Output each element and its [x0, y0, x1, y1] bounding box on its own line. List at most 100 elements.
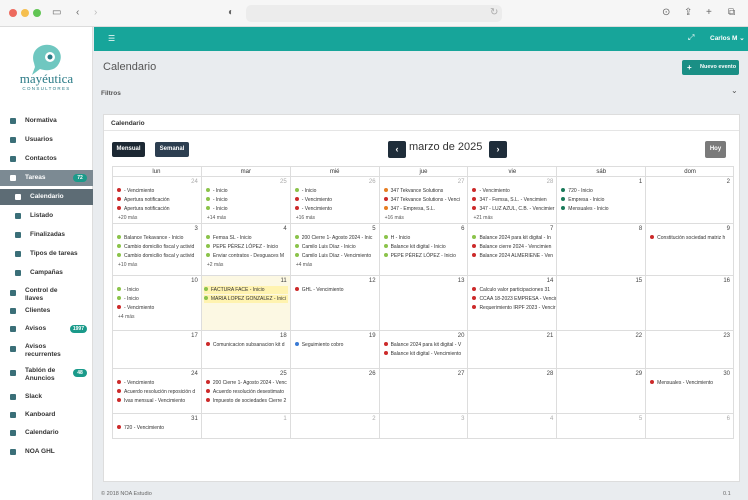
sidebar-item-kanboard[interactable]: Kanboard: [0, 407, 93, 423]
share-icon[interactable]: ⇪: [684, 6, 692, 20]
calendar-event[interactable]: FACTURA FACE - Inicio: [203, 286, 288, 294]
day-cell[interactable]: 31 720 - Vencimiento: [112, 414, 201, 439]
calendar-event[interactable]: 720 - Vencimiento: [117, 424, 164, 432]
day-cell[interactable]: 28 - Vencimiento 347 - Femsa, S.L. - Venci…: [467, 177, 557, 224]
prev-month-button[interactable]: ‹: [388, 141, 406, 158]
calendar-event[interactable]: Seguimiento cobro: [294, 341, 343, 349]
day-cell[interactable]: 6 H - Inicio Balance kit digital - Inicio P…: [378, 224, 468, 276]
more-events-link[interactable]: +4 más: [118, 314, 135, 320]
calendar-event[interactable]: CCAA 18-2023 EMPRESA - Vencim: [472, 295, 556, 303]
calendar-event[interactable]: 347 - Femsa, S.L. - Vencimien: [472, 196, 547, 204]
day-cell[interactable]: 4 Femsa SL - Inicio PEPE PÉREZ LÓPEZ - Ini…: [200, 224, 290, 276]
day-cell[interactable]: 5: [556, 414, 646, 439]
more-events-link[interactable]: +16 más: [296, 215, 315, 221]
sidebar-item-avisos[interactable]: Avisos 1997: [0, 321, 93, 337]
day-cell[interactable]: 10 - Inicio - Inicio - Vencimiento +4 más: [112, 276, 201, 331]
more-events-link[interactable]: +20 más: [118, 215, 137, 221]
calendar-event[interactable]: Comunicacion subsanacion kit d: [205, 341, 285, 349]
day-cell[interactable]: 29: [556, 369, 646, 414]
day-cell[interactable]: 28: [467, 369, 557, 414]
sidebar-item-control-de-llaves[interactable]: Control de llaves: [0, 285, 93, 305]
monthly-view-button[interactable]: Mensual: [112, 142, 145, 157]
calendar-event[interactable]: - Vencimiento: [117, 379, 154, 387]
calendar-event[interactable]: - Vencimiento: [117, 187, 154, 195]
more-events-link[interactable]: +2 más: [207, 262, 224, 268]
sidebar-item-noa-ghl[interactable]: NOA GHL: [0, 444, 93, 460]
day-cell[interactable]: 14 Calculo valor participaciones 31 CCAA 1…: [467, 276, 557, 331]
calendar-event[interactable]: Balance 2024 para kit digital - In: [472, 234, 551, 242]
calendar-event[interactable]: GHL - Vencimiento: [294, 286, 344, 294]
calendar-event[interactable]: Impuesto de sociedades Cierre 2: [205, 397, 286, 405]
day-cell[interactable]: 17: [112, 331, 201, 369]
day-cell[interactable]: 30 Mensuales - Vencimiento: [645, 369, 735, 414]
calendar-event[interactable]: - Inicio: [117, 295, 139, 303]
calendar-event[interactable]: 347 - LUZ AZUL, C.B. - Vencimier: [472, 205, 554, 213]
calendar-event[interactable]: Calculo valor participaciones 31: [472, 286, 550, 294]
sidebar-item-calendario[interactable]: Calendario: [0, 189, 93, 205]
calendar-event[interactable]: Acuerdo resolución desestimato: [205, 388, 284, 396]
close-window-button[interactable]: [9, 9, 17, 17]
day-cell[interactable]: 6: [645, 414, 735, 439]
new-tab-icon[interactable]: +: [706, 6, 712, 20]
hamburger-menu-icon[interactable]: ☰: [108, 34, 115, 43]
calendar-event[interactable]: Apertura notificación: [117, 205, 170, 213]
fullscreen-icon[interactable]: ⤢: [688, 33, 694, 43]
day-cell[interactable]: 2: [645, 177, 735, 224]
back-icon[interactable]: ‹: [76, 6, 79, 20]
day-cell[interactable]: 3: [378, 414, 468, 439]
maximize-window-button[interactable]: [33, 9, 41, 17]
day-cell[interactable]: 15: [556, 276, 646, 331]
sidebar-item-calendario[interactable]: Calendario: [0, 425, 93, 441]
day-cell[interactable]: 20 Balance 2024 para kit digital - V Balan…: [378, 331, 468, 369]
day-cell[interactable]: 4: [467, 414, 557, 439]
calendar-event[interactable]: H - Inicio: [383, 234, 410, 242]
calendar-event[interactable]: 347 - Empresa, S.L.: [383, 205, 435, 213]
sidebar-item-tablón-de-anuncios[interactable]: Tablón de Anuncios 48: [0, 365, 93, 385]
sidebar-item-finalizadas[interactable]: Finalizadas: [0, 227, 93, 243]
sidebar-item-contactos[interactable]: Contactos: [0, 151, 93, 167]
calendar-event[interactable]: PEPE PÉREZ LÓPEZ - Inicio: [205, 243, 278, 251]
calendar-event[interactable]: Acuerdo resolución reposición d: [117, 388, 195, 396]
calendar-event[interactable]: - Vencimiento: [117, 304, 154, 312]
today-button[interactable]: Hoy: [705, 141, 726, 158]
calendar-event[interactable]: Balance 2024 ALMERIENE - Ven: [472, 252, 553, 260]
day-cell[interactable]: 27 347 Tekvance Solutions 347 Tekvance Sol…: [378, 177, 468, 224]
reload-icon[interactable]: ↻: [490, 6, 498, 20]
calendar-event[interactable]: 200 Cierre 1- Agosto 2024 - Venc: [205, 379, 287, 387]
calendar-event[interactable]: 347 Tekvance Solutions - Venci: [383, 196, 460, 204]
day-cell[interactable]: 18 Comunicacion subsanacion kit d: [200, 331, 290, 369]
calendar-event[interactable]: Balance Tekavance - Inicio: [117, 234, 183, 242]
more-events-link[interactable]: +4 más: [296, 262, 313, 268]
calendar-event[interactable]: Mensuales - Vencimiento: [650, 379, 713, 387]
day-cell[interactable]: 21: [467, 331, 557, 369]
day-cell[interactable]: 12 GHL - Vencimiento: [289, 276, 379, 331]
calendar-event[interactable]: Empresa - Inicio: [561, 196, 604, 204]
calendar-event[interactable]: Apertura notificación: [117, 196, 170, 204]
sidebar-toggle-icon[interactable]: ▭: [52, 6, 61, 20]
sidebar-item-normativa[interactable]: Normativa: [0, 113, 93, 129]
more-events-link[interactable]: +10 más: [118, 262, 137, 268]
day-cell[interactable]: 1 720 - Inicio Empresa - Inicio Mensuales -…: [556, 177, 646, 224]
calendar-event[interactable]: 347 Tekvance Solutions: [383, 187, 443, 195]
day-cell[interactable]: 23: [645, 331, 735, 369]
day-cell[interactable]: 2: [289, 414, 379, 439]
user-menu[interactable]: Carlos M ⌄: [710, 34, 745, 42]
calendar-event[interactable]: - Vencimiento: [294, 196, 332, 204]
calendar-event[interactable]: - Vencimiento: [294, 205, 332, 213]
calendar-event[interactable]: Constitución sociedad matriz h: [650, 234, 725, 242]
new-event-button[interactable]: + Nuevo evento: [682, 60, 739, 75]
sidebar-item-campañas[interactable]: Campañas: [0, 265, 93, 281]
day-cell[interactable]: 1: [200, 414, 290, 439]
chevron-down-icon[interactable]: ⌄: [731, 86, 738, 95]
calendar-event[interactable]: Femsa SL - Inicio: [205, 234, 252, 242]
calendar-event[interactable]: Balance kit digital - Vencimiento: [383, 350, 461, 358]
day-cell[interactable]: 26 - Inicio - Vencimiento - Vencimiento +16 …: [289, 177, 379, 224]
calendar-event[interactable]: Cambio domicilio fiscal y activid: [117, 252, 194, 260]
sidebar-item-usuarios[interactable]: Usuarios: [0, 132, 93, 148]
sidebar-item-tipos-de-tareas[interactable]: Tipos de tareas: [0, 246, 93, 262]
calendar-event[interactable]: - Vencimiento: [472, 187, 510, 195]
day-cell[interactable]: 25 200 Cierre 1- Agosto 2024 - Venc Acuerd…: [200, 369, 290, 414]
minimize-window-button[interactable]: [21, 9, 29, 17]
sidebar-item-clientes[interactable]: Clientes: [0, 303, 93, 319]
filters-toggle[interactable]: Filtros: [101, 90, 121, 97]
